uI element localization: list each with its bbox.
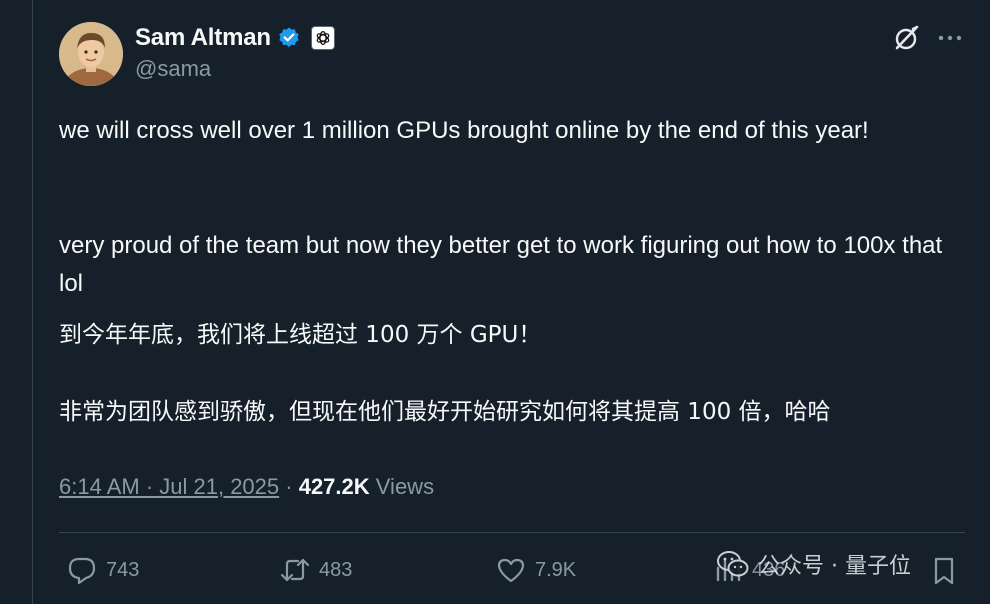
avatar[interactable] bbox=[59, 22, 123, 86]
reply-icon bbox=[68, 557, 96, 585]
openai-logo-icon[interactable] bbox=[310, 26, 335, 50]
bookmark-icon[interactable] bbox=[931, 556, 957, 586]
repost-count: 483 bbox=[319, 558, 353, 581]
tweet-text-paragraph-2: very proud of the team but now they bett… bbox=[59, 232, 943, 297]
heart-icon bbox=[497, 558, 525, 583]
author-handle[interactable]: @sama bbox=[135, 56, 211, 82]
more-icon[interactable] bbox=[937, 28, 963, 48]
repost-icon bbox=[280, 558, 310, 582]
translation-paragraph-1: 到今年年底，我们将上线超过 100 万个 GPU！ bbox=[59, 322, 542, 348]
tweet-meta: 6:14 AM · Jul 21, 2025 · 427.2K Views bbox=[59, 474, 434, 500]
views-count: 427.2K bbox=[298, 474, 370, 499]
verified-badge-icon[interactable] bbox=[277, 26, 301, 50]
watermark-text: 公众号 · 量子位 bbox=[758, 554, 911, 579]
watermark: 公众号 · 量子位 bbox=[716, 548, 911, 580]
meta-separator: · bbox=[279, 474, 299, 499]
translation-paragraph-2: 非常为团队感到骄傲，但现在他们最好开始研究如何将其提高 100 倍，哈哈 bbox=[59, 399, 831, 425]
reply-count: 743 bbox=[106, 558, 140, 581]
tweet-card: Sam Altman @sama we will cross well over… bbox=[0, 0, 990, 604]
wechat-logo-icon bbox=[717, 551, 749, 577]
actions-divider bbox=[59, 532, 965, 533]
views-label: Views bbox=[375, 474, 435, 499]
tweet-timestamp[interactable]: 6:14 AM · Jul 21, 2025 bbox=[59, 474, 279, 499]
author-name-row: Sam Altman bbox=[135, 23, 335, 53]
timeline-border bbox=[32, 0, 33, 604]
repost-button[interactable]: 483 bbox=[279, 554, 352, 586]
tweet-text-paragraph-1: we will cross well over 1 million GPUs b… bbox=[59, 117, 869, 144]
like-count: 7.9K bbox=[535, 558, 577, 581]
author-display-name[interactable]: Sam Altman bbox=[135, 24, 271, 52]
reply-button[interactable]: 743 bbox=[66, 554, 139, 586]
like-button[interactable]: 7.9K bbox=[495, 554, 576, 586]
grok-icon[interactable] bbox=[893, 24, 921, 52]
